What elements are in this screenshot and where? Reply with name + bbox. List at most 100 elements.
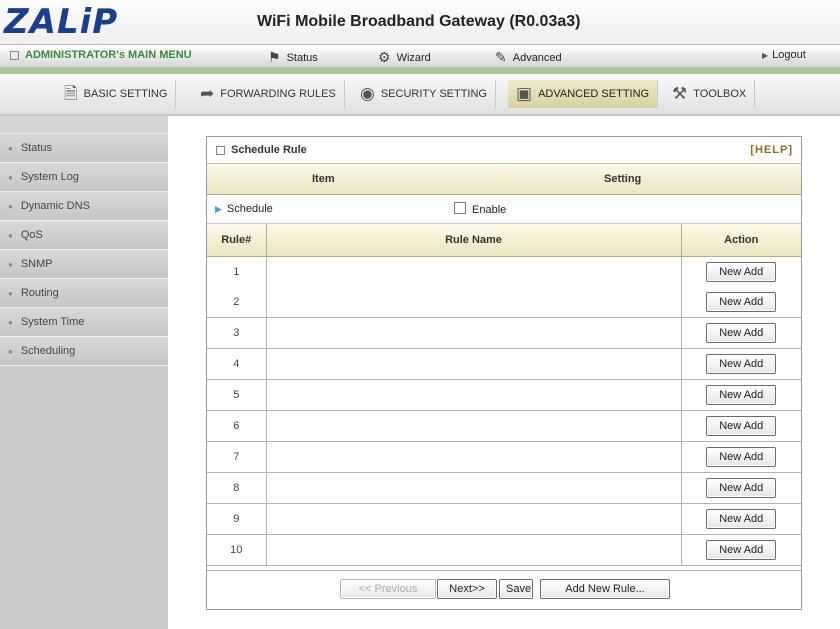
schedule-row: ▶ Schedule Enable [207,195,801,224]
rule-name [265,472,682,504]
enable-checkbox[interactable] [454,202,466,214]
sidebar-item-system-log[interactable]: ● System Log [0,163,168,192]
panel-header: Schedule Rule [HELP] [207,137,801,164]
previous-button[interactable]: << Previous [340,579,436,599]
advanced-icon: ✎ [495,49,507,65]
square-icon [216,145,225,155]
admin-main-menu-link[interactable]: ADMINISTRATOR's MAIN MENU [10,49,192,61]
new-add-button[interactable]: New Add [706,478,777,498]
rule-action-cell: New Add [680,410,801,442]
bullet-icon: ● [8,144,13,153]
setting-column-header: Setting [604,173,642,185]
rule-action-cell: New Add [680,256,801,287]
document-icon: 🗎 [64,84,78,103]
wizard-menu-link[interactable]: ⚙ Wizard [378,49,431,66]
rule-number: 6 [207,410,267,442]
advanced-menu-link[interactable]: ✎ Advanced [495,49,562,66]
rule-row: 10 New Add [207,534,801,566]
panel-footer: << Previous Next>> Save Add New Rule... [207,570,801,609]
new-add-button[interactable]: New Add [706,354,777,374]
rule-name [265,410,682,442]
tab-security-setting[interactable]: ◉ SECURITY SETTING [352,80,496,108]
bullet-icon: ● [8,202,13,211]
divider-bar [0,67,840,74]
rule-number: 4 [207,348,267,380]
status-menu-link[interactable]: ⚑ Status [268,49,318,66]
sidebar-item-routing[interactable]: ● Routing [0,279,168,308]
status-icon: ⚑ [268,49,281,65]
rule-number: 2 [207,287,267,318]
logout-link[interactable]: ▶ Logout [762,49,806,61]
sidebar-item-snmp[interactable]: ● SNMP [0,250,168,279]
enable-checkbox-wrap[interactable]: Enable [454,202,506,216]
caret-right-icon: ▶ [762,51,769,60]
help-link[interactable]: [HELP] [750,137,793,163]
new-add-button[interactable]: New Add [706,385,777,405]
rule-number: 8 [207,472,267,504]
rule-row: 5 New Add [207,379,801,411]
rule-action-cell: New Add [680,379,801,411]
rule-name [265,441,682,473]
wizard-icon: ⚙ [378,49,391,65]
rule-action-cell: New Add [680,348,801,380]
panel-title: Schedule Rule [231,144,307,156]
header-bar: ZALiP WiFi Mobile Broadband Gateway (R0.… [0,0,840,44]
rule-number: 1 [207,256,267,287]
sidebar-item-status[interactable]: ● Status [0,134,168,163]
item-column-header: Item [312,173,335,185]
bullet-icon: ● [8,318,13,327]
schedule-rule-panel: Schedule Rule [HELP] Item Setting ▶ Sched… [206,136,802,610]
tab-forwarding-rules[interactable]: ➦ FORWARDING RULES [192,80,345,108]
rule-number: 10 [207,534,267,566]
save-button[interactable]: Save [499,579,533,599]
sidebar-item-dynamic-dns[interactable]: ● Dynamic DNS [0,192,168,221]
rules-table: Rule# Rule Name Action 1 New Add 2 New Add 3… [207,224,801,566]
rule-number: 7 [207,441,267,473]
rules-body: 1 New Add 2 New Add 3 New Add 4 New Add 5 New Add… [207,256,801,566]
next-button[interactable]: Next>> [437,579,497,599]
rule-number: 5 [207,379,267,411]
new-add-button[interactable]: New Add [706,262,777,282]
new-add-button[interactable]: New Add [706,416,777,436]
tab-basic-setting[interactable]: 🗎 BASIC SETTING [56,80,177,108]
forward-icon: ➦ [200,84,215,103]
schedule-label-wrap: ▶ Schedule [215,203,273,215]
sidebar: ● Status ● System Log ● Dynamic DNS ● QoS ● S… [0,116,168,629]
new-add-button[interactable]: New Add [706,292,777,312]
rule-name [265,287,682,318]
new-add-button[interactable]: New Add [706,323,777,343]
sidebar-item-qos[interactable]: ● QoS [0,221,168,250]
enable-label: Enable [472,204,507,216]
rule-name [265,348,682,380]
tab-toolbox[interactable]: ⚒ TOOLBOX [664,80,756,108]
toolbox-icon: ⚒ [672,84,688,103]
advanced-icon: ▣ [516,84,533,103]
rule-action-cell: New Add [680,287,801,318]
main-menu-bar: ADMINISTRATOR's MAIN MENU ⚑ Status ⚙ Wizar… [0,44,840,68]
page-title: WiFi Mobile Broadband Gateway (R0.03a3) [257,13,581,30]
rule-name [265,256,682,287]
rule-row: 2 New Add [207,287,801,318]
sidebar-item-scheduling[interactable]: ● Scheduling [0,337,168,366]
rule-row: 8 New Add [207,472,801,504]
rule-name [265,379,682,411]
security-icon: ◉ [360,84,375,103]
add-new-rule-button[interactable]: Add New Rule... [540,579,670,599]
sidebar-top-spacer [0,116,168,134]
square-icon [10,50,19,60]
rule-row: 9 New Add [207,503,801,535]
rule-name [265,317,682,349]
new-add-button[interactable]: New Add [706,540,777,560]
bullet-icon: ● [8,173,13,182]
tab-advanced-setting[interactable]: ▣ ADVANCED SETTING [508,80,659,108]
new-add-button[interactable]: New Add [706,447,777,467]
new-add-button[interactable]: New Add [706,509,777,529]
rule-row: 6 New Add [207,410,801,442]
rule-row: 3 New Add [207,317,801,349]
rule-action-cell: New Add [680,503,801,535]
rule-number: 3 [207,317,267,349]
bullet-icon: ● [8,231,13,240]
rule-name [265,503,682,535]
rule-action-cell: New Add [680,472,801,504]
sidebar-item-system-time[interactable]: ● System Time [0,308,168,337]
